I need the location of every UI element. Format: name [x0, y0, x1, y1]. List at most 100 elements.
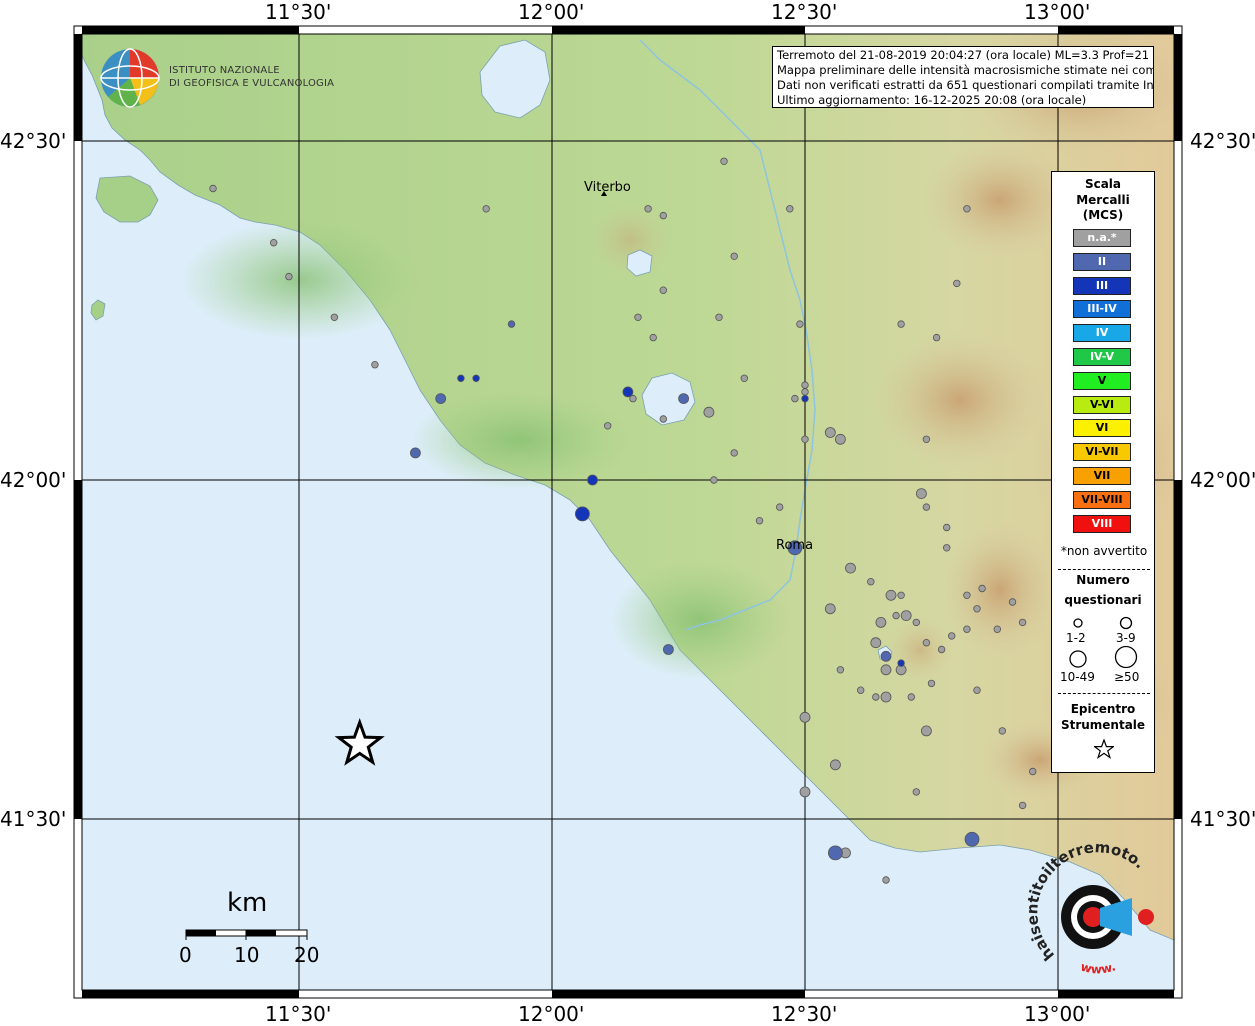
intensity-point — [828, 845, 843, 861]
intensity-point — [740, 374, 748, 382]
intensity-point — [715, 313, 723, 321]
intensity-point — [409, 447, 421, 459]
intensity-point — [622, 386, 634, 398]
ingv-logo-icon — [100, 48, 160, 108]
intensity-point — [857, 686, 865, 694]
intensity-point — [872, 693, 880, 701]
intensity-point — [801, 394, 809, 403]
intensity-point — [659, 286, 667, 294]
intensity-point — [730, 449, 738, 457]
intensity-point — [824, 427, 836, 438]
intensity-point — [845, 562, 856, 574]
intensity-point — [921, 725, 932, 737]
legend-class-1: II — [1073, 252, 1131, 271]
institute-name-line1: ISTITUTO NAZIONALE — [169, 65, 280, 76]
legend-class-3: III-IV — [1073, 300, 1131, 319]
intensity-point — [472, 374, 480, 382]
intensity-point — [1028, 767, 1037, 776]
lon-label-top-3: 12°30' — [771, 0, 838, 24]
intensity-point — [916, 488, 927, 500]
legend-class-0: n.a.* — [1073, 229, 1131, 247]
intensity-point — [587, 474, 598, 486]
intensity-point — [880, 650, 892, 662]
intensity-point — [796, 320, 804, 328]
legend-divider-2 — [1058, 693, 1150, 694]
legend-class-12: VIII — [1073, 514, 1131, 533]
legend-class-9: VI-VII — [1073, 443, 1131, 462]
intensity-point — [885, 589, 897, 601]
intensity-point — [791, 394, 799, 403]
intensity-point — [507, 320, 516, 328]
intensity-point — [912, 788, 920, 796]
epicenter-legend-title: Epicentro Strumentale — [1052, 702, 1154, 733]
legend-class-7: V-VI — [1073, 395, 1131, 414]
city-label-roma: Roma — [776, 538, 814, 553]
intensity-point — [824, 603, 836, 615]
intensity-point — [285, 272, 293, 281]
legend-title-line1: Scala — [1084, 177, 1122, 191]
info-line-updated: Ultimo aggiornamento: 16-12-2025 20:08 (… — [777, 93, 1087, 107]
intensity-point — [663, 644, 674, 655]
intensity-point — [270, 238, 278, 247]
legend-class-11: VII-VIII — [1073, 490, 1131, 509]
intensity-point — [978, 584, 986, 593]
intensity-point — [801, 435, 809, 443]
intensity-point — [634, 313, 642, 321]
intensity-point — [963, 205, 971, 213]
lat-label-right-1: 42°30' — [1190, 129, 1255, 153]
info-line-event: Terremoto del 21-08-2019 20:04:27 (ora l… — [777, 48, 1154, 62]
scalebar-label-20: 20 — [294, 943, 320, 967]
intensity-point — [776, 503, 784, 511]
count-label-10-49: 10-49 — [1060, 670, 1095, 684]
intensity-point — [922, 435, 931, 443]
intensity-point — [963, 591, 971, 599]
lon-label-bottom-2: 12°00' — [518, 1002, 585, 1026]
intensity-point — [963, 625, 971, 633]
intensity-point — [644, 205, 652, 213]
legend-title: Scala Mercalli (MCS) — [1052, 177, 1154, 224]
lat-label-right-3: 41°30' — [1190, 807, 1255, 831]
intensity-point — [875, 617, 887, 628]
intensity-point — [937, 645, 946, 654]
lat-label-right-2: 42°00' — [1190, 468, 1255, 492]
intensity-point — [457, 374, 465, 382]
intensity-point — [604, 422, 612, 430]
intensity-point — [799, 711, 811, 723]
intensity-point — [801, 388, 809, 396]
intensity-point — [371, 361, 379, 369]
intensity-point — [703, 406, 715, 418]
intensity-point — [897, 591, 905, 599]
count-label-1-2: 1-2 — [1066, 631, 1086, 645]
intensity-point — [892, 611, 900, 620]
intensity-point — [720, 157, 728, 165]
lon-label-bottom-3: 12°30' — [771, 1002, 838, 1026]
count-title-line2: questionari — [1064, 593, 1142, 607]
city-label-viterbo: Viterbo — [584, 180, 631, 195]
intensity-point — [912, 618, 920, 627]
institute-name-line2: DI GEOFISICA E VULCANOLOGIA — [169, 78, 335, 89]
intensity-point — [801, 381, 809, 389]
scalebar-label-10: 10 — [234, 943, 260, 967]
lon-label-top-1: 11°30' — [265, 0, 332, 24]
legend-panel: Scala Mercalli (MCS) n.a.* II III III-IV IV I… — [1051, 171, 1155, 773]
intensity-point — [973, 686, 981, 694]
intensity-point — [786, 205, 794, 213]
intensity-point — [435, 393, 447, 405]
legend-class-4: IV — [1073, 324, 1131, 343]
intensity-point — [649, 333, 657, 342]
legend-class-10: VII — [1073, 467, 1131, 485]
legend-title-line2: Mercalli — [1076, 192, 1130, 207]
intensity-point — [678, 393, 689, 405]
count-title-line1: Numero — [1076, 573, 1130, 587]
count-title: Numero questionari — [1052, 570, 1154, 610]
intensity-point — [830, 759, 841, 771]
intensity-point — [835, 433, 846, 445]
intensity-point — [575, 506, 590, 522]
intensity-point — [897, 659, 905, 667]
intensity-point — [943, 544, 951, 552]
intensity-point — [907, 693, 915, 701]
legend-class-6: V — [1073, 371, 1131, 390]
intensity-point — [880, 691, 892, 703]
intensity-point — [973, 605, 981, 613]
intensity-point — [836, 666, 845, 674]
